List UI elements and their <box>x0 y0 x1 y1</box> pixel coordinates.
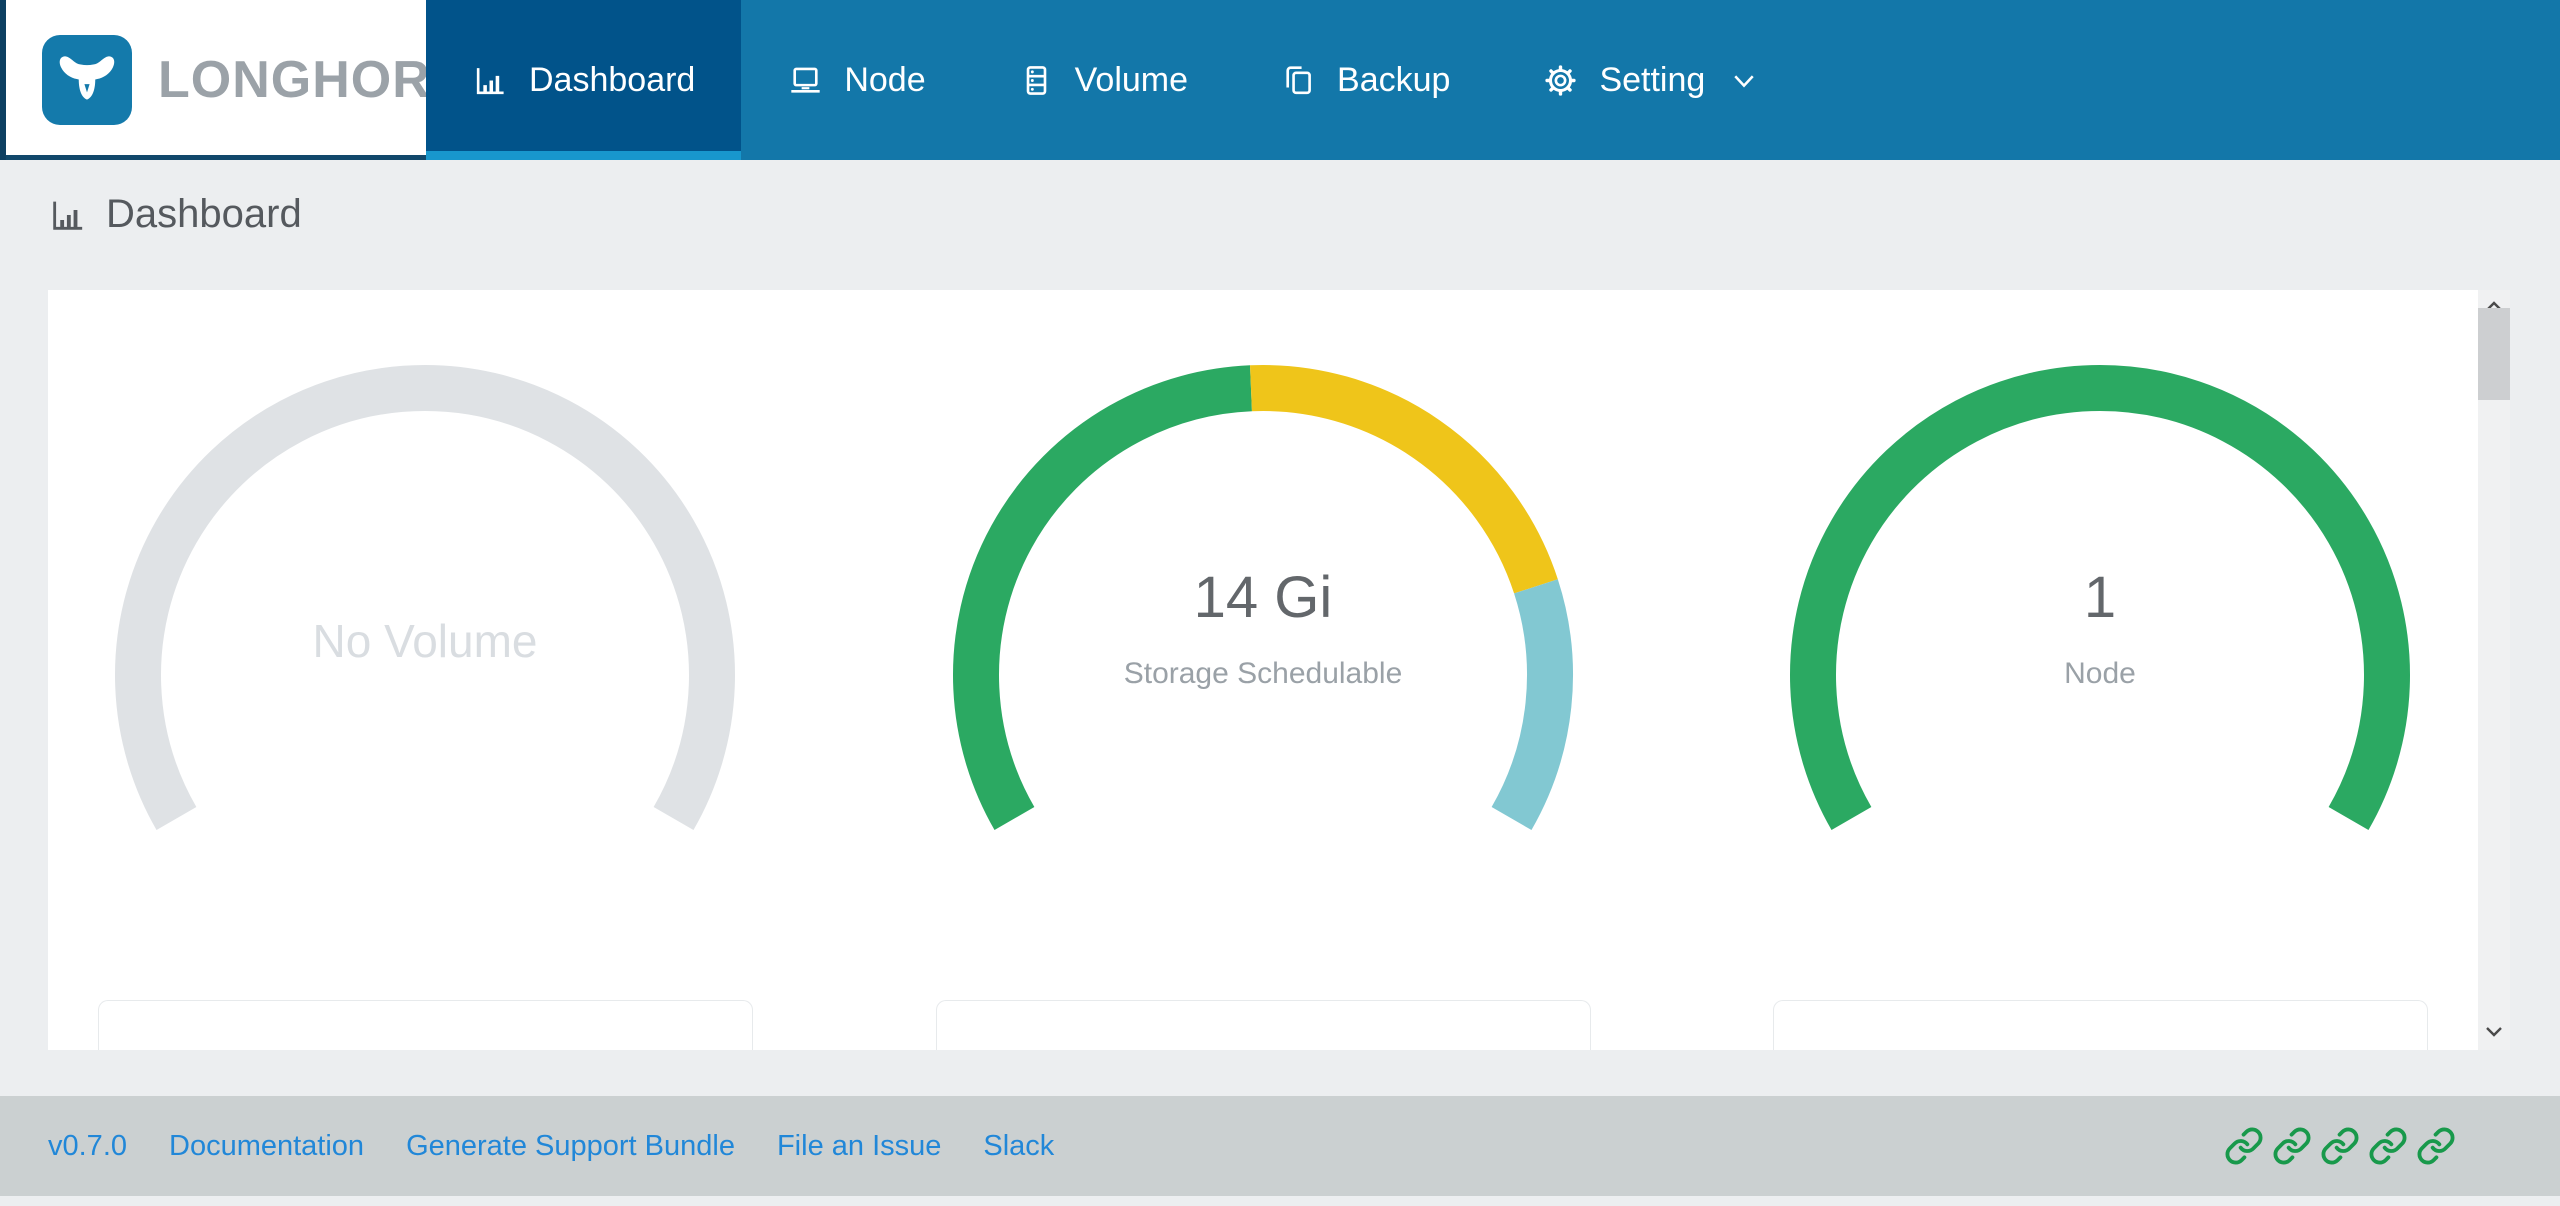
storage-gauge-chart: 14 Gi Storage Schedulable <box>936 335 1591 855</box>
tab-volume-label: Volume <box>1075 61 1188 100</box>
tab-dashboard-label: Dashboard <box>529 61 695 100</box>
tab-backup-label: Backup <box>1337 61 1450 100</box>
slack-link[interactable]: Slack <box>983 1130 1054 1163</box>
storage-legend-card: Schedulable 14 Gi <box>936 1000 1591 1050</box>
footer: v0.7.0 Documentation Generate Support Bu… <box>0 1096 2560 1196</box>
volume-gauge-chart: No Volume <box>98 335 753 855</box>
brand-name: LONGHORN <box>158 50 469 110</box>
tab-setting-label: Setting <box>1599 61 1705 100</box>
footer-link-icons <box>2224 1126 2456 1166</box>
volume-icon <box>1018 62 1055 99</box>
page-title: Dashboard <box>48 192 302 237</box>
main-nav: Dashboard Node Volume <box>426 0 1805 160</box>
page-title-text: Dashboard <box>106 192 302 237</box>
legend-row[interactable]: Schedulable 1 <box>1838 994 2363 1051</box>
node-gauge-column: 1 Node Schedulable 1 <box>1773 335 2428 1050</box>
node-gauge-chart: 1 Node <box>1773 335 2428 855</box>
bar-chart-icon <box>472 62 509 99</box>
generate-support-bundle-link[interactable]: Generate Support Bundle <box>406 1130 735 1163</box>
gauge-columns: No Volume Healthy 0 14 Gi Storage Schedul… <box>48 290 2510 1050</box>
tab-dashboard[interactable]: Dashboard <box>426 0 741 160</box>
svg-text:No Volume: No Volume <box>312 615 537 667</box>
link-icon[interactable] <box>2368 1126 2408 1166</box>
link-icon[interactable] <box>2320 1126 2360 1166</box>
legend-row[interactable]: Healthy 0 <box>163 994 688 1051</box>
bar-chart-icon <box>48 195 88 235</box>
top-nav-bar: LONGHORN Dashboard Node <box>0 0 2560 160</box>
legend-row[interactable]: Schedulable 14 Gi <box>1001 994 1526 1051</box>
node-icon <box>787 62 824 99</box>
storage-gauge-column: 14 Gi Storage Schedulable Schedulable 14 … <box>936 335 1591 1050</box>
link-icon[interactable] <box>2224 1126 2264 1166</box>
backup-icon <box>1280 62 1317 99</box>
tab-node[interactable]: Node <box>741 0 971 160</box>
gear-icon <box>1542 62 1579 99</box>
chevron-down-icon <box>1729 65 1759 95</box>
link-icon[interactable] <box>2272 1126 2312 1166</box>
vertical-scrollbar[interactable] <box>2478 290 2510 1050</box>
svg-text:Node: Node <box>2064 657 2136 690</box>
dashboard-card: No Volume Healthy 0 14 Gi Storage Schedul… <box>48 290 2510 1050</box>
tab-setting[interactable]: Setting <box>1496 0 1805 160</box>
svg-text:Storage Schedulable: Storage Schedulable <box>1123 657 1402 690</box>
volume-legend-card: Healthy 0 <box>98 1000 753 1050</box>
link-icon[interactable] <box>2416 1126 2456 1166</box>
tab-backup[interactable]: Backup <box>1234 0 1496 160</box>
documentation-link[interactable]: Documentation <box>169 1130 364 1163</box>
tab-volume[interactable]: Volume <box>972 0 1234 160</box>
node-legend-card: Schedulable 1 <box>1773 1000 2428 1050</box>
version-link[interactable]: v0.7.0 <box>48 1130 127 1163</box>
volume-gauge-column: No Volume Healthy 0 <box>98 335 753 1050</box>
scroll-down-icon[interactable] <box>2483 1020 2505 1042</box>
logo-block[interactable]: LONGHORN <box>0 0 426 160</box>
svg-text:14 Gi: 14 Gi <box>1193 565 1332 630</box>
tab-node-label: Node <box>844 61 925 100</box>
longhorn-logo-icon <box>42 35 132 125</box>
file-an-issue-link[interactable]: File an Issue <box>777 1130 941 1163</box>
scrollbar-thumb[interactable] <box>2478 308 2510 400</box>
svg-text:1: 1 <box>2084 565 2116 630</box>
